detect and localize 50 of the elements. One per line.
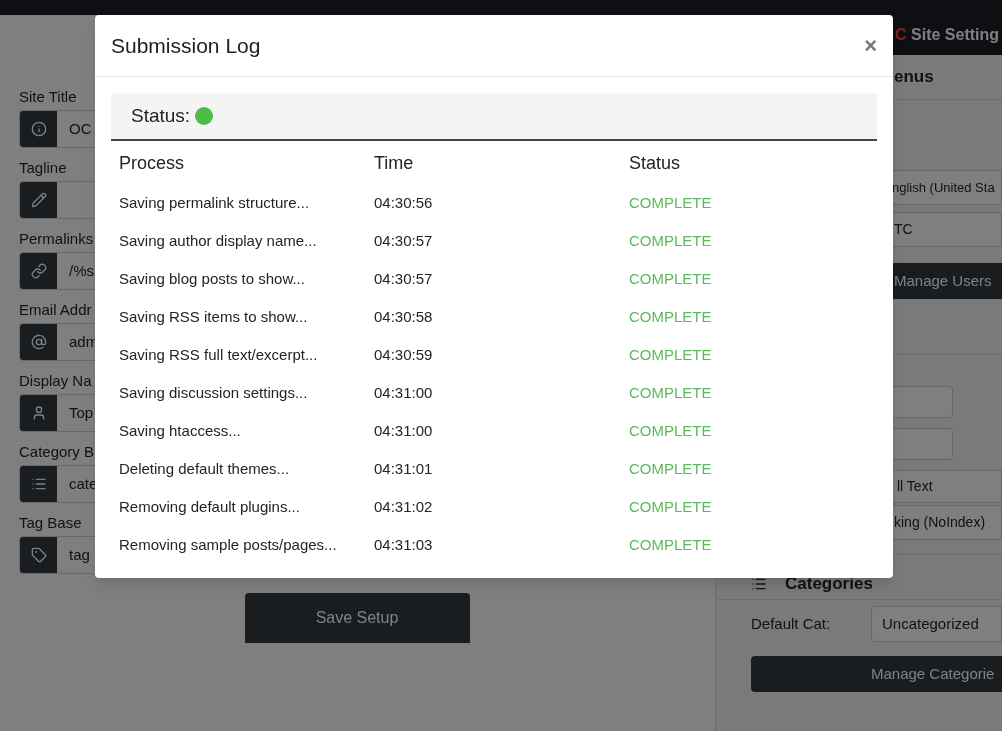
table-cell-text: 04:30:56 (374, 192, 434, 213)
table-cell-text: 04:30:58 (374, 306, 434, 327)
table-cell-text: 04:31:00 (374, 420, 434, 441)
field-label: Site Title (19, 87, 77, 107)
table-cell-text: 04:30:57 (374, 268, 434, 289)
field-value: /%s (68, 260, 95, 281)
table-cell-text: Saving discussion settings... (119, 382, 309, 403)
table-cell-text: Deleting default themes... (119, 458, 291, 479)
table-cell-text: Saving author display name... (119, 230, 318, 251)
table-cell-text: Saving RSS full text/excerpt... (119, 344, 319, 365)
table-cell-text: COMPLETE (629, 420, 712, 441)
table-cell-text: Saving htaccess... (119, 420, 242, 441)
table-cell-text: COMPLETE (629, 344, 712, 365)
section-heading: Categories (785, 573, 873, 596)
field-label: Email Addr (19, 300, 92, 320)
field-label: Category B (19, 442, 95, 462)
section-heading: enus (894, 66, 934, 89)
table-cell-text: COMPLETE (629, 230, 712, 251)
table-cell-text: 04:31:03 (374, 534, 434, 555)
column-header: Time (374, 152, 415, 175)
status-label: Status: (131, 103, 191, 128)
field-label: Permalinks (19, 229, 94, 249)
dialog-title: Submission Log (111, 32, 261, 59)
table-cell-text: COMPLETE (629, 306, 712, 327)
table-cell-text: Saving permalink structure... (119, 192, 311, 213)
table-cell-text: Saving RSS items to show... (119, 306, 309, 327)
table-cell-text: COMPLETE (629, 268, 712, 289)
field-value: OC (68, 118, 93, 139)
column-header: Status (629, 152, 681, 175)
table-cell-text: Saving blog posts to show... (119, 268, 306, 289)
table-cell-text: COMPLETE (629, 382, 712, 403)
field-label: Display Na (19, 371, 92, 391)
column-header: Process (119, 152, 186, 175)
field-label: Tagline (19, 158, 67, 178)
table-cell-text: COMPLETE (629, 534, 712, 555)
table-cell-text: 04:31:00 (374, 382, 434, 403)
table-cell-text: 04:31:01 (374, 458, 434, 479)
table-cell-text: COMPLETE (629, 496, 712, 517)
default-cat-label: Default Cat: (751, 613, 832, 634)
table-cell-text: COMPLETE (629, 458, 712, 479)
field-label: Tag Base (19, 513, 82, 533)
table-cell-text: 04:30:57 (374, 230, 434, 251)
table-cell-text: COMPLETE (629, 192, 712, 213)
table-cell-text: Removing default plugins... (119, 496, 301, 517)
field-value: Top (68, 402, 95, 423)
table-cell-text: 04:31:02 (374, 496, 434, 517)
field-value: tag (68, 544, 91, 565)
site-settings-title: C Site Setting (895, 25, 1000, 45)
table-cell-text: 04:30:59 (374, 344, 434, 365)
table-cell-text: Removing sample posts/pages... (119, 534, 338, 555)
